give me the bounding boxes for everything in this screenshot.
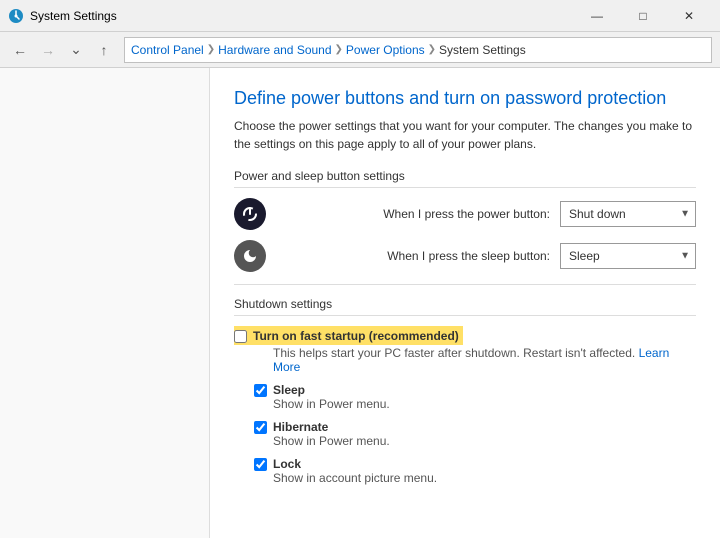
power-button-dropdown[interactable]: Do nothing Sleep Hibernate Shut down Tur…	[560, 201, 696, 227]
sleep-button-dropdown[interactable]: Do nothing Sleep Hibernate Shut down Tur…	[560, 243, 696, 269]
minimize-button[interactable]: —	[574, 0, 620, 32]
hibernate-label: Hibernate	[273, 420, 328, 434]
breadcrumb: Control Panel ❯ Hardware and Sound ❯ Pow…	[124, 37, 712, 63]
hibernate-row: Hibernate Show in Power menu.	[234, 419, 696, 448]
page-title: Define power buttons and turn on passwor…	[234, 88, 696, 109]
dropdown-button[interactable]: ⌄	[64, 38, 88, 62]
fast-startup-label: Turn on fast startup (recommended)	[253, 329, 459, 343]
sleep-checkbox-row: Sleep	[234, 382, 696, 397]
breadcrumb-hardware-sound[interactable]: Hardware and Sound	[218, 43, 331, 57]
breadcrumb-control-panel[interactable]: Control Panel	[131, 43, 204, 57]
close-button[interactable]: ✕	[666, 0, 712, 32]
sidebar	[0, 68, 210, 538]
shutdown-section-header: Shutdown settings	[234, 297, 696, 316]
fast-startup-checkbox[interactable]	[234, 330, 247, 343]
sleep-row: Sleep Show in Power menu.	[234, 382, 696, 411]
power-button-dropdown-wrapper: Do nothing Sleep Hibernate Shut down Tur…	[560, 201, 696, 227]
sleep-checkbox[interactable]	[254, 384, 267, 397]
title-bar-text: System Settings	[30, 9, 117, 23]
app-icon	[8, 8, 24, 24]
window-controls: — □ ✕	[574, 0, 712, 32]
main-content: Define power buttons and turn on passwor…	[0, 68, 720, 538]
forward-button[interactable]: →	[36, 38, 60, 62]
lock-checkbox[interactable]	[254, 458, 267, 471]
lock-description: Show in account picture menu.	[254, 471, 696, 485]
fast-startup-description: This helps start your PC faster after sh…	[254, 346, 696, 374]
page-description: Choose the power settings that you want …	[234, 117, 694, 153]
power-icon	[234, 198, 266, 230]
title-bar: System Settings — □ ✕	[0, 0, 720, 32]
power-button-row: When I press the power button: Do nothin…	[234, 198, 696, 230]
up-button[interactable]: ↑	[92, 38, 116, 62]
hibernate-description: Show in Power menu.	[254, 434, 696, 448]
breadcrumb-sep-2: ❯	[335, 44, 343, 55]
sleep-description: Show in Power menu.	[254, 397, 696, 411]
lock-checkbox-row: Lock	[234, 456, 696, 471]
maximize-button[interactable]: □	[620, 0, 666, 32]
breadcrumb-sep-1: ❯	[207, 44, 215, 55]
content-area: Define power buttons and turn on passwor…	[210, 68, 720, 538]
back-button[interactable]: ←	[8, 38, 32, 62]
power-section-header: Power and sleep button settings	[234, 169, 696, 188]
sleep-button-label: When I press the sleep button:	[276, 249, 550, 263]
lock-label: Lock	[273, 457, 301, 471]
hibernate-checkbox-row: Hibernate	[234, 419, 696, 434]
section-divider	[234, 284, 696, 285]
nav-bar: ← → ⌄ ↑ Control Panel ❯ Hardware and Sou…	[0, 32, 720, 68]
fast-startup-row: Turn on fast startup (recommended) This …	[234, 326, 696, 374]
sleep-icon	[234, 240, 266, 272]
lock-row: Lock Show in account picture menu.	[234, 456, 696, 485]
sleep-button-row: When I press the sleep button: Do nothin…	[234, 240, 696, 272]
power-button-label: When I press the power button:	[276, 207, 550, 221]
sleep-button-dropdown-wrapper: Do nothing Sleep Hibernate Shut down Tur…	[560, 243, 696, 269]
hibernate-checkbox[interactable]	[254, 421, 267, 434]
breadcrumb-power-options[interactable]: Power Options	[346, 43, 425, 57]
breadcrumb-sep-3: ❯	[428, 44, 436, 55]
sleep-label: Sleep	[273, 383, 305, 397]
breadcrumb-current: System Settings	[439, 43, 526, 57]
